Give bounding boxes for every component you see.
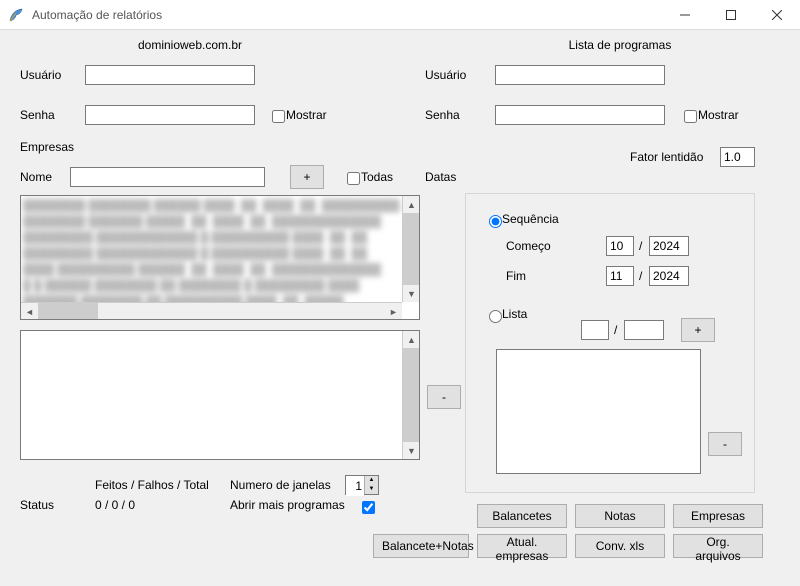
atual-empresas-button[interactable]: Atual. empresas bbox=[477, 534, 567, 558]
scroll-left-icon[interactable]: ◄ bbox=[21, 303, 38, 320]
senha-label-left: Senha bbox=[20, 108, 55, 122]
conv-xls-button[interactable]: Conv. xls bbox=[575, 534, 665, 558]
datas-label: Datas bbox=[425, 170, 456, 184]
nome-input[interactable] bbox=[70, 167, 265, 187]
hscroll-thumb[interactable] bbox=[38, 303, 98, 319]
notas-button[interactable]: Notas bbox=[575, 504, 665, 528]
lista-listbox[interactable] bbox=[496, 349, 701, 474]
add-empresa-button[interactable]: + bbox=[290, 165, 324, 189]
lista-remove-button[interactable]: - bbox=[708, 432, 742, 456]
slash-3: / bbox=[614, 323, 617, 337]
scroll-up-icon[interactable]: ▲ bbox=[403, 331, 420, 348]
nome-label: Nome bbox=[20, 170, 52, 184]
hscrollbar[interactable]: ◄ ► bbox=[21, 302, 402, 319]
janelas-label: Numero de janelas bbox=[230, 478, 331, 492]
empresas-label: Empresas bbox=[20, 140, 74, 154]
close-button[interactable] bbox=[754, 0, 800, 30]
status-label: Status bbox=[20, 498, 54, 512]
slash-2: / bbox=[639, 269, 642, 283]
comeco-mes-input[interactable] bbox=[606, 236, 634, 256]
senha-input-left[interactable] bbox=[85, 105, 255, 125]
fator-input[interactable] bbox=[720, 147, 755, 167]
spin-down-icon[interactable]: ▼ bbox=[365, 485, 378, 494]
lista-mes-input[interactable] bbox=[581, 320, 609, 340]
scroll-down-icon[interactable]: ▼ bbox=[403, 442, 420, 459]
lista-add-button[interactable]: + bbox=[681, 318, 715, 342]
todas-checkbox[interactable] bbox=[347, 172, 360, 185]
listbox-content: ████████ ████████ ██████ ████ ██ ████ ██… bbox=[21, 196, 419, 312]
left-header: dominioweb.com.br bbox=[100, 38, 280, 52]
balancetes-button[interactable]: Balancetes bbox=[477, 504, 567, 528]
empresas-listbox-bottom[interactable]: ▲ ▼ bbox=[20, 330, 420, 460]
empresas-button[interactable]: Empresas bbox=[673, 504, 763, 528]
mostrar-label-right: Mostrar bbox=[698, 108, 739, 122]
window-title: Automação de relatórios bbox=[32, 8, 662, 22]
fim-mes-input[interactable] bbox=[606, 266, 634, 286]
minimize-button[interactable] bbox=[662, 0, 708, 30]
lista-label: Lista bbox=[502, 307, 527, 321]
feitos-label: Feitos / Falhos / Total bbox=[95, 478, 209, 492]
mostrar-checkbox-right[interactable] bbox=[684, 110, 697, 123]
abrir-label: Abrir mais programas bbox=[230, 498, 345, 512]
datas-groupbox: Sequência Começo / Fim / Lista / + - bbox=[465, 193, 755, 493]
scroll-down-icon[interactable]: ▼ bbox=[403, 285, 420, 302]
vscroll-thumb[interactable] bbox=[403, 213, 419, 285]
mostrar-checkbox-left[interactable] bbox=[272, 110, 285, 123]
org-arquivos-button[interactable]: Org. arquivos bbox=[673, 534, 763, 558]
maximize-button[interactable] bbox=[708, 0, 754, 30]
senha-input-right[interactable] bbox=[495, 105, 665, 125]
right-header: Lista de programas bbox=[530, 38, 710, 52]
usuario-label-left: Usuário bbox=[20, 68, 61, 82]
scroll-up-icon[interactable]: ▲ bbox=[403, 196, 420, 213]
usuario-input-left[interactable] bbox=[85, 65, 255, 85]
usuario-label-right: Usuário bbox=[425, 68, 466, 82]
janelas-value[interactable] bbox=[346, 476, 364, 496]
todas-label: Todas bbox=[361, 170, 393, 184]
lista-radio[interactable] bbox=[489, 310, 502, 323]
comeco-label: Começo bbox=[506, 239, 551, 253]
scroll-right-icon[interactable]: ► bbox=[385, 303, 402, 320]
usuario-input-right[interactable] bbox=[495, 65, 665, 85]
fim-ano-input[interactable] bbox=[649, 266, 689, 286]
lista-ano-input[interactable] bbox=[624, 320, 664, 340]
status-value: 0 / 0 / 0 bbox=[95, 498, 135, 512]
senha-label-right: Senha bbox=[425, 108, 460, 122]
app-icon bbox=[8, 7, 24, 23]
fator-label: Fator lentidão bbox=[630, 150, 703, 164]
remove-empresa-button[interactable]: - bbox=[427, 385, 461, 409]
vscrollbar-top[interactable]: ▲ ▼ bbox=[402, 196, 419, 302]
balancete-notas-button[interactable]: Balancete+Notas bbox=[373, 534, 469, 558]
empresas-listbox-top[interactable]: ████████ ████████ ██████ ████ ██ ████ ██… bbox=[20, 195, 420, 320]
mostrar-label-left: Mostrar bbox=[286, 108, 327, 122]
vscroll-thumb[interactable] bbox=[403, 348, 419, 442]
fim-label: Fim bbox=[506, 269, 526, 283]
comeco-ano-input[interactable] bbox=[649, 236, 689, 256]
sequencia-radio[interactable] bbox=[489, 215, 502, 228]
vscrollbar-bottom[interactable]: ▲ ▼ bbox=[402, 331, 419, 459]
spin-up-icon[interactable]: ▲ bbox=[365, 476, 378, 485]
janelas-spinner[interactable]: ▲ ▼ bbox=[345, 475, 379, 495]
sequencia-label: Sequência bbox=[502, 212, 559, 226]
slash-1: / bbox=[639, 239, 642, 253]
abrir-checkbox[interactable] bbox=[362, 501, 375, 514]
